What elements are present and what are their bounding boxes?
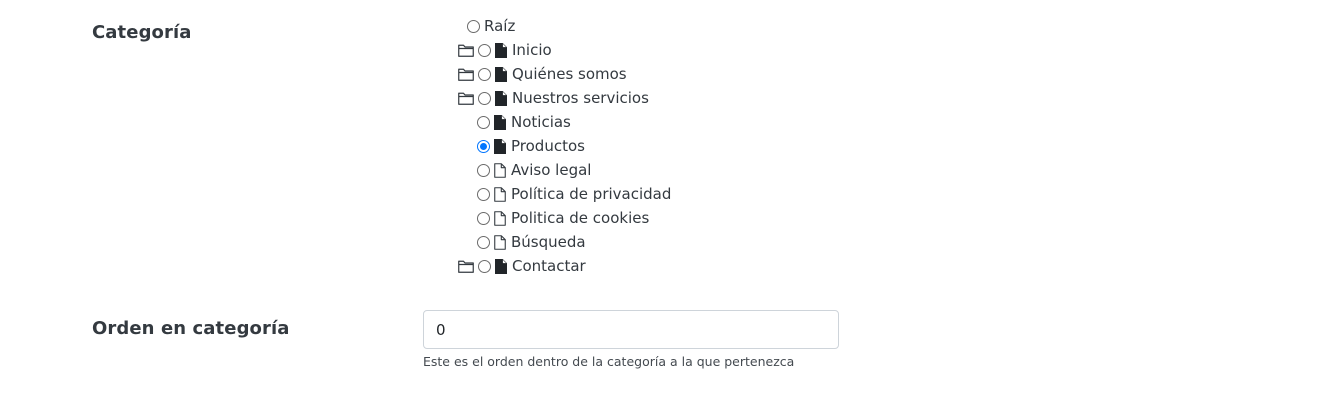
category-radio[interactable]	[477, 235, 490, 249]
file-outline-icon	[494, 186, 506, 202]
file-solid-icon	[494, 114, 506, 130]
folder-icon[interactable]	[458, 68, 474, 81]
tree-item-label: Raíz	[484, 17, 516, 35]
form-page: Categoría Raíz Inicio Quiénes somos Nuestro…	[0, 0, 1339, 395]
file-outline-icon	[494, 234, 506, 250]
category-radio[interactable]	[477, 211, 490, 225]
tree-item-label: Politica de cookies	[511, 209, 650, 227]
file-solid-icon	[495, 66, 507, 82]
tree-item-label: Aviso legal	[511, 161, 592, 179]
tree-item-label: Búsqueda	[511, 233, 586, 251]
file-outline-icon	[494, 162, 506, 178]
tree-item-label: Productos	[511, 137, 585, 155]
tree-item: Quiénes somos	[458, 64, 627, 84]
tree-item: Inicio	[458, 40, 552, 60]
category-radio[interactable]	[477, 187, 490, 201]
orden-input[interactable]	[423, 310, 839, 349]
folder-icon[interactable]	[458, 260, 474, 273]
folder-icon[interactable]	[458, 92, 474, 105]
orden-label: Orden en categoría	[92, 318, 290, 339]
folder-icon[interactable]	[458, 44, 474, 57]
tree-item: Aviso legal	[477, 160, 591, 180]
category-radio[interactable]	[477, 163, 490, 177]
tree-item: Productos	[477, 136, 585, 156]
tree-item: Noticias	[477, 112, 571, 132]
tree-item-label: Inicio	[512, 41, 552, 59]
category-radio[interactable]	[478, 91, 491, 105]
tree-item-label: Noticias	[511, 113, 571, 131]
category-radio[interactable]	[467, 19, 480, 33]
category-radio[interactable]	[478, 259, 491, 273]
tree-item: Nuestros servicios	[458, 88, 649, 108]
category-tree: Raíz Inicio Quiénes somos Nuestros servicio…	[0, 0, 900, 290]
category-radio[interactable]	[478, 43, 491, 57]
tree-item: Politica de cookies	[477, 208, 649, 228]
tree-item: Contactar	[458, 256, 586, 276]
tree-item: Raíz	[467, 16, 515, 36]
file-solid-icon	[495, 90, 507, 106]
tree-item: Búsqueda	[477, 232, 586, 252]
tree-item-label: Contactar	[512, 257, 586, 275]
file-solid-icon	[494, 138, 506, 154]
tree-item-label: Quiénes somos	[512, 65, 627, 83]
tree-item: Política de privacidad	[477, 184, 671, 204]
tree-item-label: Política de privacidad	[511, 185, 672, 203]
category-radio[interactable]	[477, 115, 490, 129]
orden-help-text: Este es el orden dentro de la categoría …	[423, 354, 795, 369]
file-solid-icon	[495, 42, 507, 58]
tree-item-label: Nuestros servicios	[512, 89, 649, 107]
category-radio-selected[interactable]	[477, 139, 490, 153]
file-solid-icon	[495, 258, 507, 274]
file-outline-icon	[494, 210, 506, 226]
category-radio[interactable]	[478, 67, 491, 81]
